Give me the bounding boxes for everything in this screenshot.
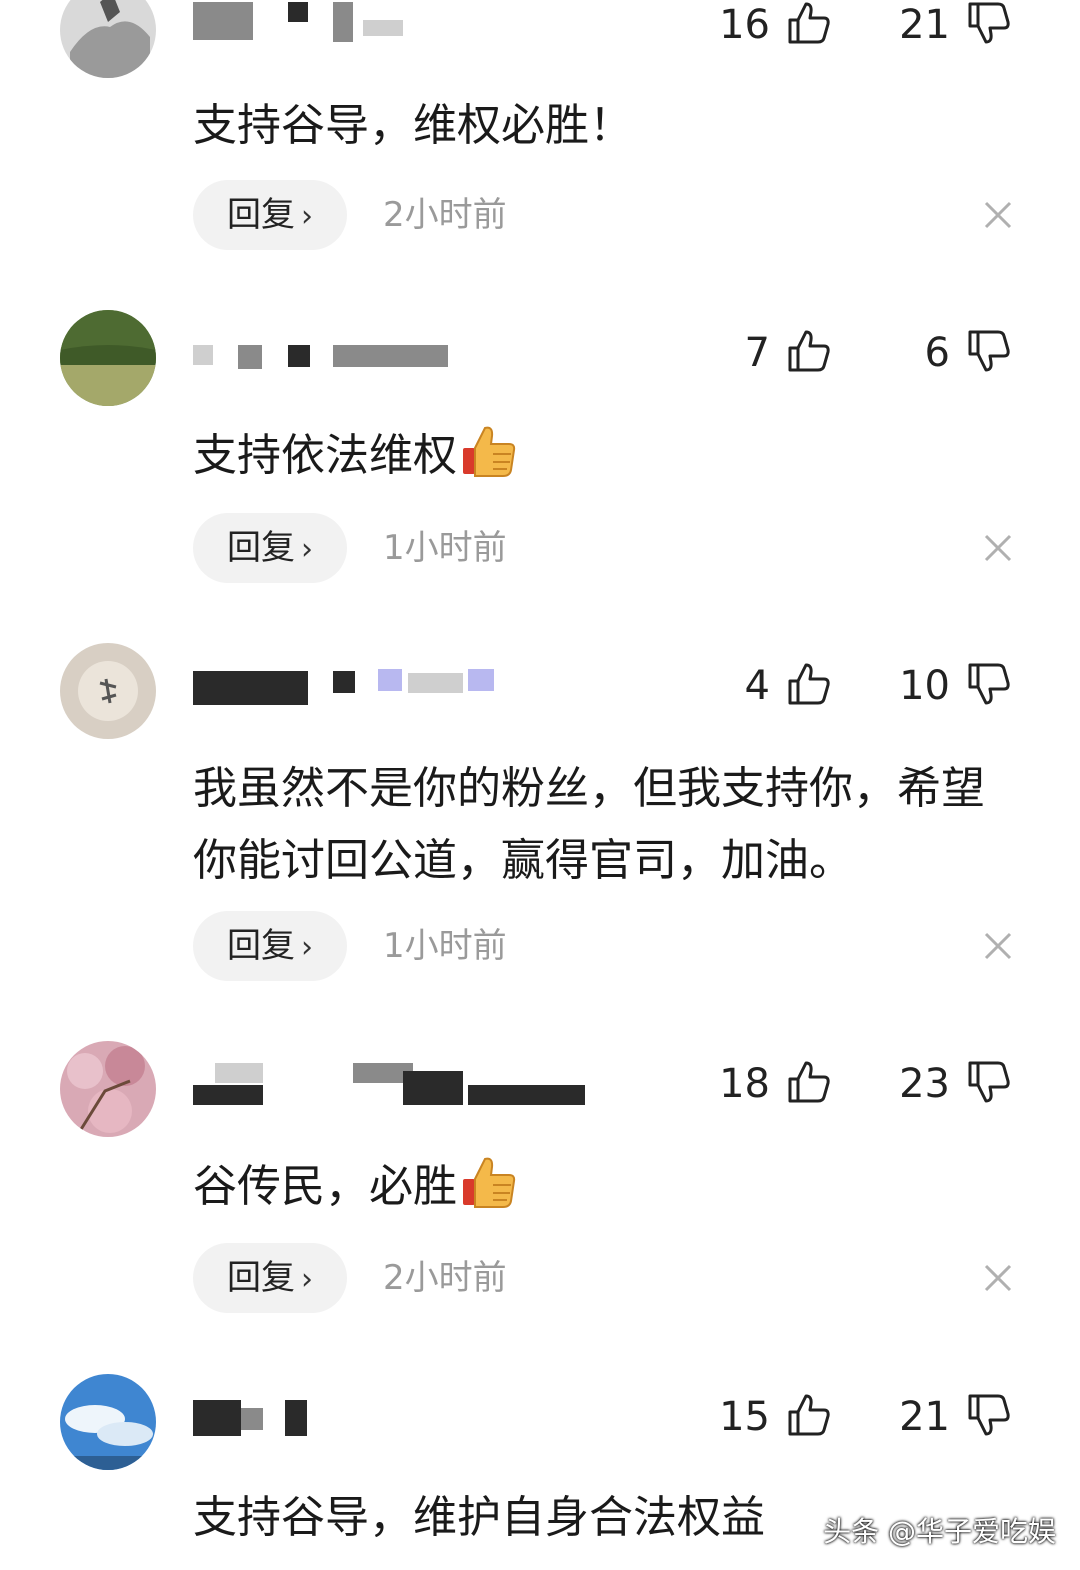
- watermark: 头条 @华子爱吃娱: [823, 1515, 1056, 1548]
- chevron-right-icon: ›: [301, 930, 313, 965]
- close-icon[interactable]: [980, 197, 1016, 233]
- chevron-right-icon: ›: [301, 532, 313, 567]
- comment-time: 1小时前: [383, 926, 507, 966]
- reply-button[interactable]: 回复 ›: [193, 180, 347, 250]
- comment-time: 2小时前: [383, 1258, 507, 1298]
- thumbs-down-outline-icon[interactable]: [966, 661, 1012, 707]
- comment-text: 支持谷导，维权必胜！: [193, 100, 633, 151]
- username-blurred[interactable]: [193, 0, 553, 42]
- thumbs-up-emoji: [461, 422, 519, 480]
- like-count: 16: [719, 2, 770, 48]
- reply-button[interactable]: 回复 ›: [193, 1243, 347, 1313]
- thumbs-up-outline-icon[interactable]: [786, 1059, 832, 1105]
- close-icon[interactable]: [980, 928, 1016, 964]
- chevron-right-icon: ›: [301, 1262, 313, 1297]
- thumbs-up-emoji: [461, 1153, 519, 1211]
- comment-text: 支持依法维权: [193, 420, 1023, 492]
- comment-text: 谷传民，必胜: [193, 1151, 1023, 1223]
- close-icon[interactable]: [980, 1260, 1016, 1296]
- thumbs-down-outline-icon[interactable]: [966, 1059, 1012, 1105]
- comment-text: 我虽然不是你的粉丝，但我支持你，希望你能讨回公道，赢得官司，加油。: [193, 763, 985, 886]
- username-blurred[interactable]: [193, 663, 553, 705]
- thumbs-down-outline-icon[interactable]: [966, 328, 1012, 374]
- dislike-count: 10: [899, 663, 950, 709]
- username-blurred[interactable]: [193, 1394, 553, 1436]
- thumbs-down-outline-icon[interactable]: [966, 1392, 1012, 1438]
- reply-button[interactable]: 回复 ›: [193, 513, 347, 583]
- like-count: 7: [744, 330, 770, 376]
- username-blurred[interactable]: [193, 1063, 585, 1105]
- comment-time: 1小时前: [383, 528, 507, 568]
- avatar[interactable]: [60, 643, 156, 739]
- thumbs-down-outline-icon[interactable]: [966, 0, 1012, 46]
- avatar[interactable]: [60, 1374, 156, 1470]
- like-count: 15: [719, 1394, 770, 1440]
- thumbs-up-outline-icon[interactable]: [786, 1392, 832, 1438]
- dislike-count: 21: [899, 1394, 950, 1440]
- username-blurred[interactable]: [193, 330, 553, 370]
- dislike-count: 23: [899, 1061, 950, 1107]
- avatar[interactable]: [60, 310, 156, 406]
- avatar[interactable]: [60, 0, 156, 78]
- chevron-right-icon: ›: [301, 199, 313, 234]
- reply-button[interactable]: 回复 ›: [193, 911, 347, 981]
- dislike-count: 21: [899, 2, 950, 48]
- thumbs-up-outline-icon[interactable]: [786, 0, 832, 46]
- avatar[interactable]: [60, 1041, 156, 1137]
- like-count: 18: [719, 1061, 770, 1107]
- thumbs-up-outline-icon[interactable]: [786, 661, 832, 707]
- close-icon[interactable]: [980, 530, 1016, 566]
- thumbs-up-outline-icon[interactable]: [786, 328, 832, 374]
- dislike-count: 6: [924, 330, 950, 376]
- like-count: 4: [744, 663, 770, 709]
- comment-time: 2小时前: [383, 195, 507, 235]
